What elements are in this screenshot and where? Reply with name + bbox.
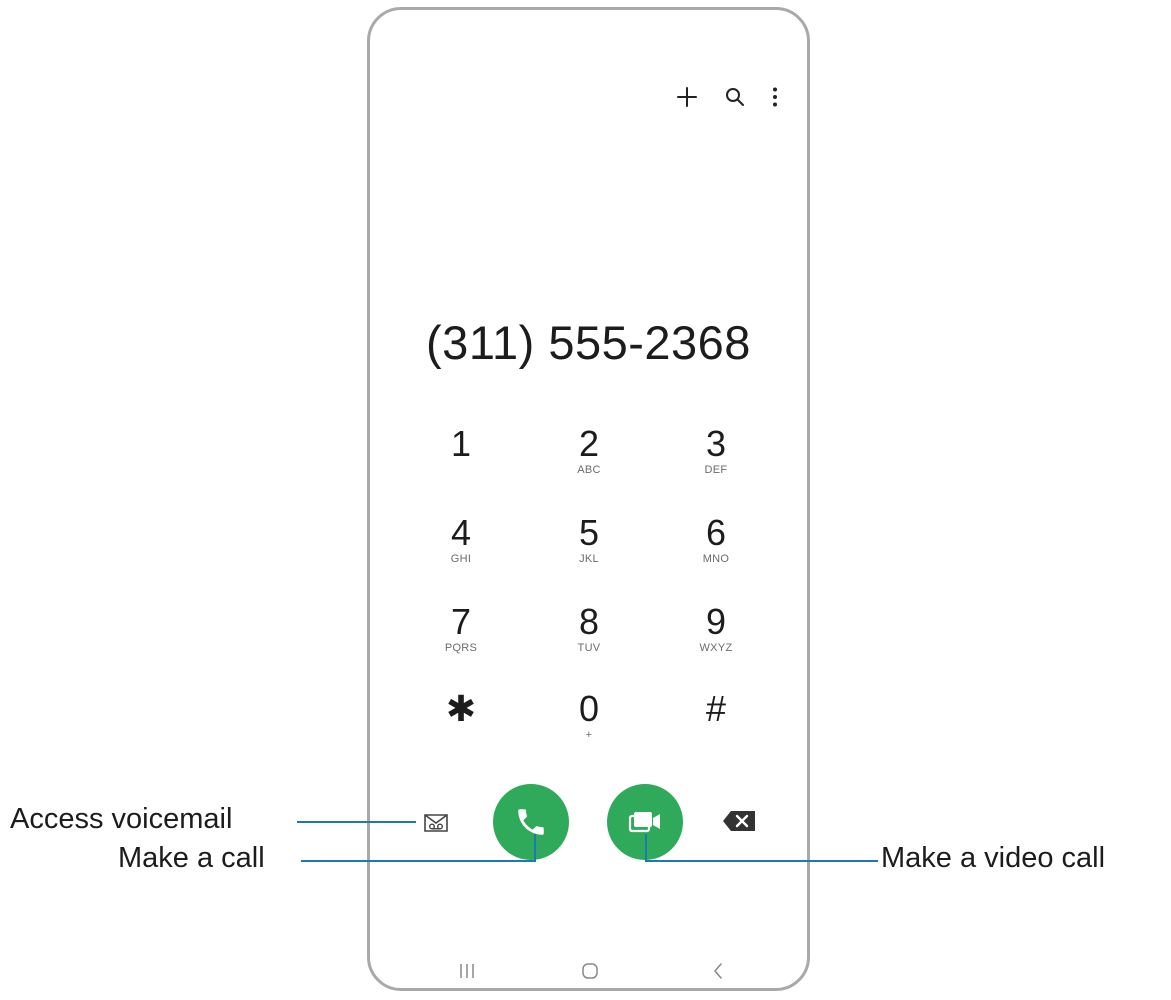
key-6[interactable]: 6 MNO — [666, 514, 766, 586]
callout-video-label: Make a video call — [881, 842, 1106, 874]
key-4[interactable]: 4 GHI — [411, 514, 511, 586]
key-letters: PQRS — [444, 642, 478, 654]
callout-call-label: Make a call — [118, 842, 265, 874]
key-7[interactable]: 7 PQRS — [411, 603, 511, 675]
key-letters: DEF — [704, 464, 728, 476]
key-letters: + — [585, 729, 593, 741]
recents-icon — [460, 964, 474, 978]
call-button[interactable] — [493, 784, 569, 860]
key-2[interactable]: 2 ABC — [539, 425, 639, 497]
key-letters: ABC — [577, 464, 601, 476]
back-button[interactable] — [703, 956, 733, 986]
key-1[interactable]: 1 — [411, 425, 511, 497]
key-letters: MNO — [702, 553, 730, 565]
key-hash[interactable]: # — [666, 690, 766, 762]
key-digit: 1 — [450, 423, 472, 464]
key-3[interactable]: 3 DEF — [666, 425, 766, 497]
callout-call-line-h — [301, 860, 536, 862]
key-8[interactable]: 8 TUV — [539, 603, 639, 675]
key-digit: 9 — [705, 601, 727, 642]
key-digit: 6 — [705, 512, 727, 553]
voicemail-icon — [424, 814, 448, 832]
backspace-icon — [723, 811, 755, 831]
voicemail-button[interactable] — [419, 808, 453, 838]
key-digit: # — [705, 688, 727, 729]
home-button[interactable] — [575, 956, 605, 986]
key-digit: 0 — [578, 688, 600, 729]
dialer-screen: (311) 555-2368 — [367, 0, 810, 1000]
callout-video-line-v — [645, 834, 647, 862]
recents-button[interactable] — [452, 956, 482, 986]
key-letters: WXYZ — [699, 642, 733, 654]
video-camera-icon — [628, 812, 660, 833]
key-digit: 8 — [578, 601, 600, 642]
key-digit: 2 — [578, 423, 600, 464]
screen: (311) 555-2368 1 2 ABC 3 DEF 4 GHI 5 JKL… — [0, 0, 1171, 1000]
callout-voicemail-line — [297, 821, 416, 823]
key-9[interactable]: 9 WXYZ — [666, 603, 766, 675]
home-icon — [582, 963, 598, 979]
key-5[interactable]: 5 JKL — [539, 514, 639, 586]
phone-icon — [518, 809, 544, 835]
callout-call-line-v — [534, 834, 536, 862]
key-digit: 4 — [450, 512, 472, 553]
callout-video-line-h — [645, 860, 878, 862]
key-digit: 3 — [705, 423, 727, 464]
callout-voicemail-label: Access voicemail — [10, 803, 233, 835]
key-0[interactable]: 0 + — [539, 690, 639, 762]
key-letters: TUV — [577, 642, 601, 654]
key-digit: 7 — [450, 601, 472, 642]
key-star[interactable]: ✱ — [411, 690, 511, 762]
back-icon — [714, 963, 722, 979]
key-digit: 5 — [578, 512, 600, 553]
dialed-number[interactable]: (311) 555-2368 — [367, 315, 810, 370]
backspace-button[interactable] — [720, 806, 760, 836]
key-digit: ✱ — [445, 688, 477, 729]
key-letters: GHI — [450, 553, 472, 565]
key-letters: JKL — [579, 553, 599, 565]
